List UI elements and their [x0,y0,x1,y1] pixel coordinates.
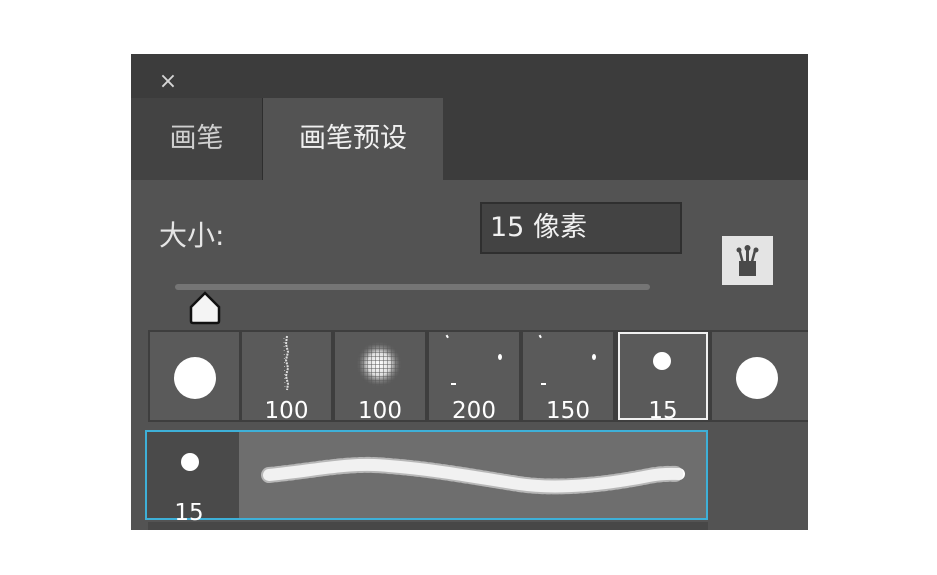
size-label: 大小: [159,219,225,252]
size-input[interactable]: 15 像素 [480,202,682,254]
preset-size-label: 100 [264,398,309,424]
preset-size-label: 15 [648,398,678,424]
brush-preset-hard-round-1[interactable] [150,332,239,420]
tab-brush[interactable]: 画笔 [131,98,263,180]
brush-preset-soft-textured[interactable]: 100 [335,332,425,424]
brush-preset-scattered-150[interactable]: 150 [523,332,613,424]
hard-round-brush-icon [174,357,216,399]
brush-stroke-row-selected[interactable]: 15 [145,430,708,526]
preset-size-label: 150 [546,398,590,424]
stroke-brush-tip: 15 [147,432,239,526]
next-brush-row [148,522,708,530]
brush-preset-grainy-line[interactable]: 100 [242,332,331,424]
brush-stroke-preview-icon [261,456,687,495]
preset-size-label: 200 [452,398,496,424]
brush-preset-small-round-selected[interactable]: 15 [618,332,708,424]
tab-brush-presets[interactable]: 画笔预设 [263,98,443,180]
brush-preset-hard-round-2[interactable] [712,332,808,420]
panel-titlebar: × [131,54,808,98]
size-slider-thumb[interactable] [188,291,222,325]
brush-preset-grid: 100 100 200 150 15 [148,330,808,424]
brush-cup-icon [736,245,759,276]
hard-round-brush-icon [736,357,778,399]
panel-tabs: 画笔 画笔预设 [131,98,808,180]
preset-size-label: 100 [358,398,402,424]
brush-presets-panel: × 画笔 画笔预设 大小: 15 像素 100 100 200 150 15 1… [131,54,808,530]
brush-preset-scattered-200[interactable]: 200 [429,332,519,424]
close-icon[interactable]: × [158,71,178,93]
brush-stroke-preview [239,432,706,518]
new-brush-preset-button[interactable] [722,236,773,285]
size-slider-track[interactable] [175,284,650,290]
